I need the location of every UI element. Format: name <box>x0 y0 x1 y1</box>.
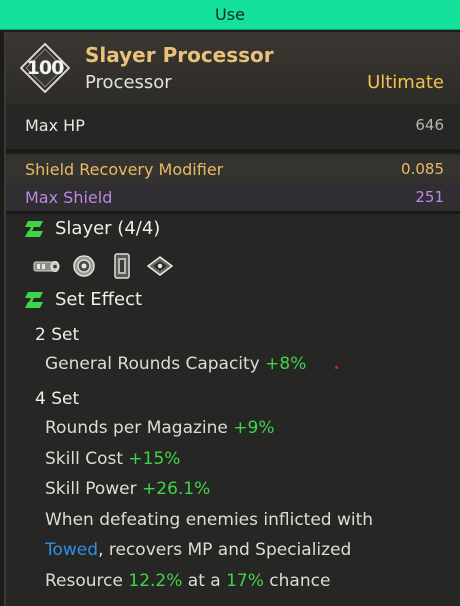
effect-text: General Rounds Capacity <box>45 354 266 374</box>
effect-line: When defeating enemies inflicted with <box>45 510 373 530</box>
stat-max-hp: Max HP 646 <box>6 111 460 139</box>
stat-label: Shield Recovery Modifier <box>25 159 224 179</box>
effect-line: Resource 12.2% at a 17% chance <box>45 571 330 591</box>
effect-line: Rounds per Magazine +9% <box>45 418 275 438</box>
effect-text: When defeating enemies inflicted with <box>45 510 374 530</box>
effect-bonus: 12.2% <box>128 571 183 591</box>
item-type: Processor <box>85 72 172 93</box>
item-name: Slayer Processor <box>85 43 274 67</box>
new-indicator-dot <box>335 366 338 369</box>
item-grade: Ultimate <box>367 72 444 93</box>
effect-text: , recovers MP and Specialized <box>98 540 352 560</box>
divider <box>6 211 460 214</box>
stat-shield-recovery: Shield Recovery Modifier 0.085 <box>6 155 460 183</box>
divider <box>6 149 460 153</box>
use-button-label: Use <box>215 5 245 24</box>
use-button[interactable]: Use <box>0 0 460 30</box>
set-bonus-icon <box>25 291 43 308</box>
effect-bonus: 17% <box>226 571 264 591</box>
set-effect-title: Set Effect <box>25 289 142 310</box>
gear-disc-icon[interactable] <box>70 254 98 278</box>
keyword-towed[interactable]: Towed <box>45 540 98 560</box>
eye-diamond-icon[interactable] <box>146 254 174 278</box>
stat-value: 646 <box>415 116 444 134</box>
stat-value: 251 <box>415 188 444 206</box>
tier-4-label: 4 Set <box>35 389 80 409</box>
tooltip-header: 100 Slayer Processor Processor Ultimate <box>6 32 460 104</box>
item-tooltip: 100 Slayer Processor Processor Ultimate … <box>4 32 460 606</box>
stat-label: Max HP <box>25 115 85 135</box>
stat-max-shield: Max Shield 251 <box>6 183 460 211</box>
effect-line: Skill Cost +15% <box>45 449 180 469</box>
stat-label: Max Shield <box>25 187 113 207</box>
effect-text: Skill Cost <box>45 449 129 469</box>
effect-bonus: +15% <box>128 449 181 469</box>
set-title: Slayer (4/4) <box>25 218 160 239</box>
effect-text: Resource <box>45 571 129 591</box>
set-title-text: Slayer (4/4) <box>55 218 161 239</box>
item-level: 100 <box>26 57 65 79</box>
effect-text: Skill Power <box>45 479 143 499</box>
set-effect-title-text: Set Effect <box>55 289 143 310</box>
effect-bonus: +9% <box>233 418 275 438</box>
set-bonus-icon <box>25 220 43 237</box>
effect-bonus: +26.1% <box>142 479 211 499</box>
level-badge: 100 <box>20 43 70 93</box>
effect-text: Rounds per Magazine <box>45 418 234 438</box>
effect-text: chance <box>263 571 331 591</box>
set-pieces <box>32 253 174 279</box>
stat-value: 0.085 <box>401 160 444 178</box>
cylinder-module-icon[interactable] <box>32 254 60 278</box>
tier-2-label: 2 Set <box>35 325 80 345</box>
effect-text: at a <box>182 571 227 591</box>
cartridge-icon[interactable] <box>108 253 136 279</box>
effect-line: Towed, recovers MP and Specialized <box>45 540 351 560</box>
effect-bonus: +8% <box>265 354 307 374</box>
effect-line: Skill Power +26.1% <box>45 479 210 499</box>
effect-line: General Rounds Capacity +8% <box>45 354 306 374</box>
